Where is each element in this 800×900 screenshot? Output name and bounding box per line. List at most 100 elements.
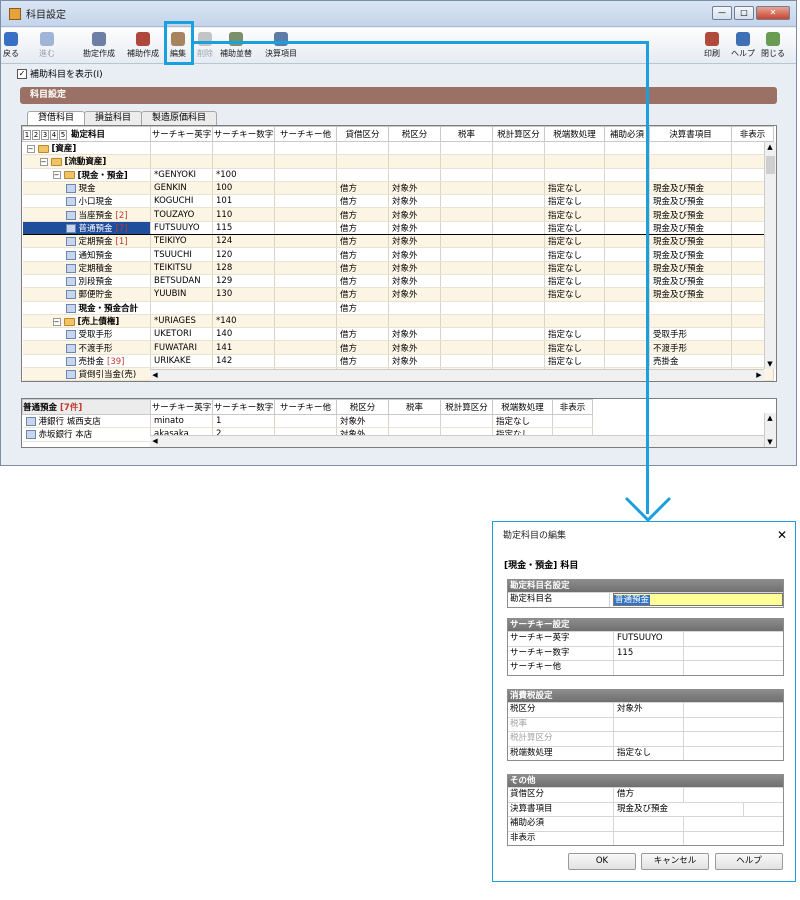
grid-cell[interactable]: 140 [212,327,275,342]
grid-cell[interactable]: 対象外 [388,287,441,302]
grid-cell[interactable]: *GENYOKI [150,168,213,182]
tab-2[interactable]: 製造原価科目 [141,111,218,125]
ok-button[interactable]: OK [568,853,636,870]
grid-cell[interactable] [604,340,650,355]
table-row[interactable]: − [資産] [22,141,774,156]
scroll-down-icon[interactable]: ▼ [765,437,775,447]
grid-cell[interactable] [492,274,545,289]
scroll-left-icon[interactable]: ◀ [150,370,160,380]
grid-cell[interactable] [544,141,605,156]
level-button[interactable]: 3 [41,130,49,140]
toolbar-button-1[interactable]: 進む [39,30,55,62]
grid-cell[interactable]: 指定なし [544,234,605,249]
grid-cell[interactable]: 指定なし [544,194,605,209]
grid-cell[interactable]: 指定なし [544,261,605,275]
grid-cell[interactable] [440,301,493,315]
grid-cell[interactable]: 129 [212,274,275,289]
table-row[interactable]: 郵便貯金 YUUBIN 130 借方 対象外 指定なし 現金及び預金 [22,287,774,302]
grid-cell[interactable] [492,220,545,236]
account-name-cell[interactable]: 郵便貯金 [22,287,151,302]
account-name-cell[interactable]: − [現金・預金] [22,168,151,182]
table-row[interactable]: 港銀行 城西支店 minato 1 対象外 指定なし [22,414,593,429]
grid-cell[interactable]: 101 [212,194,275,209]
grid-cell[interactable]: 対象外 [388,194,441,209]
collapse-icon[interactable]: − [39,157,48,166]
grid-cell[interactable] [440,247,493,262]
grid-cell[interactable]: 現金及び預金 [649,220,732,236]
grid-cell[interactable]: TEIKIYO [150,234,213,249]
table-row[interactable]: − [売上債権] *URIAGES *140 [22,314,774,329]
column-header[interactable]: 税率 [440,126,493,142]
grid-cell[interactable] [440,181,493,196]
column-header[interactable]: 決算書項目 [649,126,732,142]
grid-cell[interactable] [604,141,650,156]
grid-cell[interactable]: KOGUCHI [150,194,213,209]
grid-cell[interactable] [492,261,545,275]
account-name-cell[interactable]: 現金・預金合計 [22,301,151,315]
grid-cell[interactable] [440,327,493,342]
scroll-down-icon[interactable]: ▼ [765,359,775,369]
scroll-left-icon[interactable]: ◀ [150,436,160,446]
grid-cell[interactable]: 現金及び預金 [649,194,732,209]
grid-cell[interactable] [649,154,732,169]
table-row[interactable]: 不渡手形 FUWATARI 141 借方 対象外 指定なし 不渡手形 [22,340,774,355]
grid-cell[interactable]: 借方 [336,247,389,262]
grid-cell[interactable]: 対象外 [388,220,441,236]
grid-cell[interactable]: 1 [212,414,275,429]
grid-cell[interactable]: 128 [212,261,275,275]
field-value[interactable]: 115 [614,646,684,660]
grid-cell[interactable] [274,247,337,262]
grid-cell[interactable]: FUTSUUYO [150,220,213,236]
grid-cell[interactable]: 現金及び預金 [649,207,732,222]
grid-cell[interactable]: 120 [212,247,275,262]
grid-cell[interactable]: 指定なし [544,207,605,222]
grid-cell[interactable] [604,261,650,275]
toolbar-right-button-0[interactable]: 印刷 [704,30,720,62]
maximize-button[interactable]: □ [734,6,754,20]
grid-cell[interactable]: TOUZAYO [150,207,213,222]
grid-cell[interactable] [604,194,650,209]
grid-cell[interactable]: 現金及び預金 [649,274,732,289]
grid-cell[interactable]: 対象外 [388,274,441,289]
grid-cell[interactable]: 借方 [336,194,389,209]
toolbar-button-3[interactable]: 補助作成 [127,30,159,62]
account-name-input[interactable]: 普通預金 [613,593,783,606]
grid-cell[interactable]: 対象外 [388,261,441,275]
grid-cell[interactable]: TSUUCHI [150,247,213,262]
column-header[interactable]: 税計算区分 [492,126,545,142]
grid-cell[interactable] [336,314,389,329]
grid-cell[interactable] [604,220,650,236]
grid-cell[interactable] [388,154,441,169]
grid-cell[interactable] [336,168,389,182]
grid-cell[interactable]: 指定なし [544,181,605,196]
grid-cell[interactable]: 対象外 [336,414,389,429]
grid-cell[interactable]: 115 [212,220,275,236]
table-row[interactable]: 売掛金 [39] URIKAKE 142 借方 対象外 指定なし 売掛金 [22,354,774,369]
column-header[interactable]: サーチキー英字 [150,126,213,142]
account-name-cell[interactable]: − [流動資産] [22,154,151,169]
grid-cell[interactable] [544,301,605,315]
grid-cell[interactable]: 対象外 [388,354,441,369]
cancel-button[interactable]: キャンセル [641,853,709,870]
grid-cell[interactable]: 借方 [336,181,389,196]
grid-cell[interactable]: YUUBIN [150,287,213,302]
grid-cell[interactable] [649,301,732,315]
account-name-cell[interactable]: 売掛金 [39] [22,354,151,369]
field-value[interactable]: 指定なし [614,746,684,760]
table-row[interactable]: 別段預金 BETSUDAN 129 借方 対象外 指定なし 現金及び預金 [22,274,774,289]
level-button[interactable]: 1 [23,130,31,140]
grid-cell[interactable] [440,314,493,329]
grid-cell[interactable] [492,247,545,262]
grid-cell[interactable] [274,207,337,222]
grid-cell[interactable] [440,154,493,169]
grid-cell[interactable]: 現金及び預金 [649,181,732,196]
tab-0[interactable]: 貸借科目 [27,111,86,126]
toolbar-right-button-1[interactable]: ヘルプ [731,30,755,62]
account-name-cell[interactable]: 当座預金 [2] [22,207,151,222]
grid-cell[interactable] [440,234,493,249]
grid-cell[interactable]: URIKAKE [150,354,213,369]
grid-cell[interactable] [604,287,650,302]
grid-cell[interactable] [440,261,493,275]
column-header[interactable]: 税率 [388,399,441,415]
column-header[interactable]: 非表示 [552,399,593,415]
